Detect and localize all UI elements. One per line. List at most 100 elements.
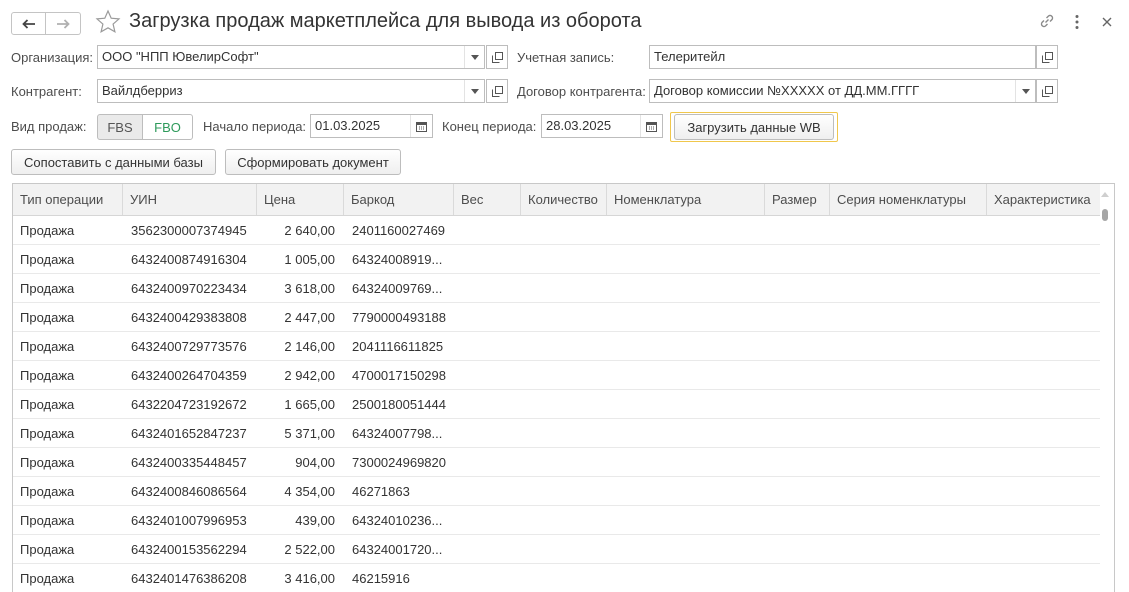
counterparty-open-button[interactable]: [486, 79, 508, 103]
table-row[interactable]: Продажа 6432401652847237 5 371,00 643240077…: [13, 419, 1101, 448]
account-open-button[interactable]: [1036, 45, 1058, 69]
cell-uin: 6432204723192672: [131, 397, 247, 412]
column-header-price[interactable]: Цена: [257, 184, 344, 215]
cell-uin: 6432400729773576: [131, 339, 247, 354]
table-row[interactable]: Продажа 6432204723192672 1 665,00 250018005…: [13, 390, 1101, 419]
scroll-thumb[interactable]: [1102, 209, 1108, 221]
organization-open-button[interactable]: [486, 45, 508, 69]
table-row[interactable]: Продажа 3562300007374945 2 640,00 240116002…: [13, 216, 1101, 245]
period-start-calendar-button[interactable]: [410, 115, 432, 137]
column-header-quantity[interactable]: Количество: [521, 184, 607, 215]
cell-uin: 6432400429383808: [131, 310, 247, 325]
column-header-nomenclature[interactable]: Номенклатура: [607, 184, 765, 215]
cell-uin: 6432401007996953: [131, 513, 247, 528]
organization-dropdown[interactable]: [464, 46, 484, 68]
account-field[interactable]: Телеритейл: [649, 45, 1036, 69]
create-document-button[interactable]: Сформировать документ: [225, 149, 401, 175]
cell-barcode: 64324001720...: [352, 542, 443, 557]
column-header-barcode[interactable]: Баркод: [344, 184, 454, 215]
load-wb-data-button[interactable]: Загрузить данные WB: [674, 114, 834, 140]
more-menu-icon[interactable]: [1068, 13, 1086, 34]
cell-price: 1 665,00: [284, 397, 335, 412]
cell-price: 4 354,00: [284, 484, 335, 499]
forward-button[interactable]: [46, 12, 81, 35]
open-window-icon: [491, 85, 503, 97]
link-icon[interactable]: [1038, 12, 1056, 33]
cell-uin: 6432401476386208: [131, 571, 247, 586]
table-row[interactable]: Продажа 6432400729773576 2 146,00 204111661…: [13, 332, 1101, 361]
table-row[interactable]: Продажа 6432400846086564 4 354,00 46271863: [13, 477, 1101, 506]
sales-type-fbs[interactable]: FBS: [97, 114, 143, 140]
close-icon[interactable]: [1099, 14, 1115, 33]
cell-price: 2 522,00: [284, 542, 335, 557]
table-row[interactable]: Продажа 6432400335448457 904,00 73000249698…: [13, 448, 1101, 477]
contract-dropdown[interactable]: [1015, 80, 1035, 102]
column-header-operation-type[interactable]: Тип операции: [13, 184, 123, 215]
cell-uin: 6432400335448457: [131, 455, 247, 470]
counterparty-dropdown[interactable]: [464, 80, 484, 102]
table-row[interactable]: Продажа 6432400153562294 2 522,00 643240017…: [13, 535, 1101, 564]
cell-barcode: 2041116611825: [352, 339, 444, 354]
column-header-size[interactable]: Размер: [765, 184, 830, 215]
period-end-field[interactable]: 28.03.2025: [541, 114, 663, 138]
cell-price: 5 371,00: [284, 426, 335, 441]
column-header-series[interactable]: Серия номенклатуры: [830, 184, 987, 215]
period-start-field[interactable]: 01.03.2025: [310, 114, 433, 138]
cell-price: 2 146,00: [284, 339, 335, 354]
contract-open-button[interactable]: [1036, 79, 1058, 103]
back-button[interactable]: [11, 12, 46, 35]
table-header: Тип операции УИН Цена Баркод Вес Количес…: [13, 184, 1103, 216]
table-scrollbar[interactable]: [1100, 184, 1110, 592]
account-label: Учетная запись:: [517, 50, 615, 65]
cell-price: 439,00: [295, 513, 335, 528]
column-header-uin[interactable]: УИН: [123, 184, 257, 215]
cell-operation-type: Продажа: [20, 455, 75, 470]
cell-operation-type: Продажа: [20, 252, 75, 267]
calendar-icon: [646, 121, 657, 132]
period-end-value: 28.03.2025: [546, 118, 612, 133]
contract-field[interactable]: Договор комиссии №ХХХХХ от ДД.ММ.ГГГГ: [649, 79, 1036, 103]
cell-operation-type: Продажа: [20, 281, 75, 296]
compare-with-base-button[interactable]: Сопоставить с данными базы: [11, 149, 216, 175]
organization-field[interactable]: ООО "НПП ЮвелирСофт": [97, 45, 485, 69]
open-window-icon: [491, 51, 503, 63]
sales-type-fbo[interactable]: FBO: [142, 114, 193, 140]
table-row[interactable]: Продажа 6432400429383808 2 447,00 779000049…: [13, 303, 1101, 332]
cell-price: 2 447,00: [284, 310, 335, 325]
cell-price: 3 416,00: [284, 571, 335, 586]
table-row[interactable]: Продажа 6432401007996953 439,00 64324010236…: [13, 506, 1101, 535]
table-row[interactable]: Продажа 6432401476386208 3 416,00 46215916: [13, 564, 1101, 592]
cell-operation-type: Продажа: [20, 571, 75, 586]
sales-table[interactable]: Тип операции УИН Цена Баркод Вес Количес…: [12, 183, 1115, 592]
column-header-weight[interactable]: Вес: [454, 184, 521, 215]
period-start-label: Начало периода:: [203, 119, 307, 134]
cell-operation-type: Продажа: [20, 513, 75, 528]
scroll-up-icon[interactable]: [1101, 192, 1109, 197]
cell-barcode: 46271863: [352, 484, 410, 499]
column-header-characteristic[interactable]: Характеристика: [987, 184, 1103, 215]
favorite-star-icon[interactable]: [95, 9, 121, 38]
cell-operation-type: Продажа: [20, 223, 75, 238]
cell-barcode: 64324010236...: [352, 513, 443, 528]
table-row[interactable]: Продажа 6432400874916304 1 005,00 643240089…: [13, 245, 1101, 274]
cell-operation-type: Продажа: [20, 542, 75, 557]
cell-price: 2 942,00: [284, 368, 335, 383]
cell-operation-type: Продажа: [20, 426, 75, 441]
cell-barcode: 2500180051444: [352, 397, 446, 412]
counterparty-label: Контрагент:: [11, 84, 82, 99]
table-row[interactable]: Продажа 6432400264704359 2 942,00 470001715…: [13, 361, 1101, 390]
cell-operation-type: Продажа: [20, 339, 75, 354]
cell-barcode: 46215916: [352, 571, 410, 586]
counterparty-field[interactable]: Вайлдберриз: [97, 79, 485, 103]
cell-barcode: 7300024969820: [352, 455, 446, 470]
cell-uin: 3562300007374945: [131, 223, 247, 238]
calendar-icon: [416, 121, 427, 132]
cell-barcode: 64324008919...: [352, 252, 443, 267]
organization-label: Организация:: [11, 50, 94, 65]
period-end-calendar-button[interactable]: [640, 115, 662, 137]
window-title: Загрузка продаж маркетплейса для вывода …: [129, 10, 642, 32]
chevron-down-icon: [470, 54, 479, 60]
table-row[interactable]: Продажа 6432400970223434 3 618,00 643240097…: [13, 274, 1101, 303]
cell-price: 3 618,00: [284, 281, 335, 296]
account-value: Телеритейл: [654, 49, 726, 64]
